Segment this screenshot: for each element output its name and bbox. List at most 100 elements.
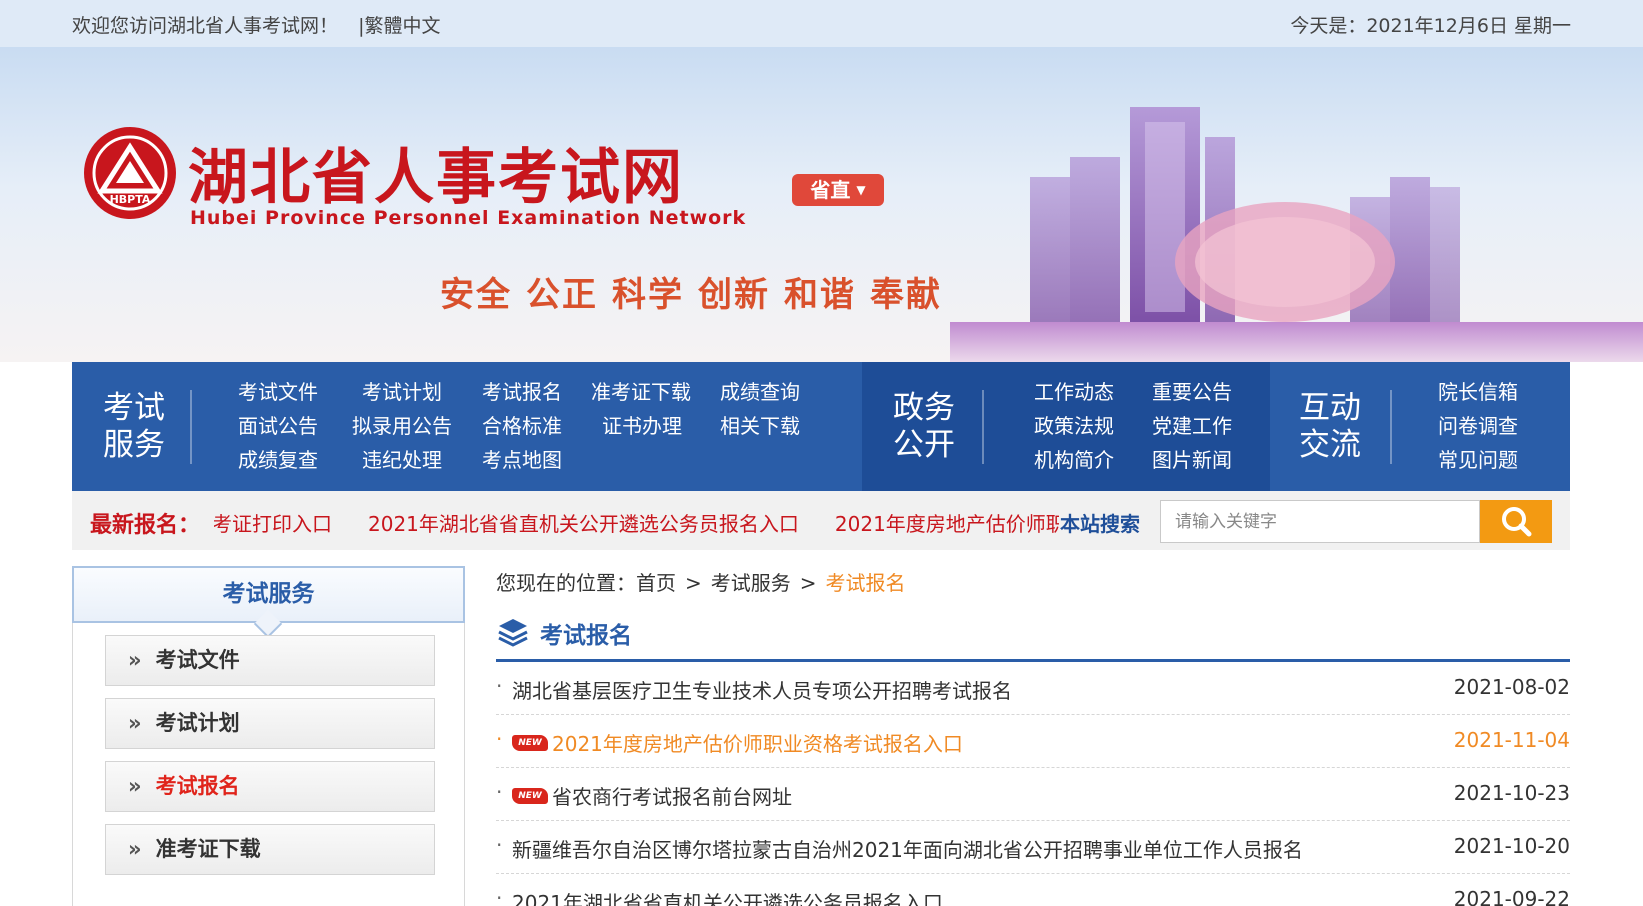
region-selector[interactable]: 省直 ▼ bbox=[792, 174, 884, 206]
nav-section-exam-services: 考试 服务 考试文件 考试计划 考试报名 准考证下载 成绩查询 面试公告 拟录用… bbox=[72, 362, 862, 491]
latest-registration-label: 最新报名： bbox=[90, 513, 201, 538]
sidebar-item-label: 考试报名 bbox=[155, 774, 240, 798]
nav-section-government-affairs: 政务 公开 工作动态 重要公告 政策法规 党建工作 机构简介 图片新闻 bbox=[862, 362, 1270, 491]
nav-link[interactable]: 成绩查询 bbox=[720, 376, 800, 405]
slogan-word: 安全 bbox=[440, 275, 512, 315]
layers-icon bbox=[498, 619, 528, 647]
section-title: 考试报名 bbox=[540, 623, 632, 649]
list-item-title-text: 2021年度房地产估价师职业资格考试报名入口 bbox=[552, 732, 963, 756]
nav-link[interactable]: 准考证下载 bbox=[591, 376, 691, 405]
nav-divider bbox=[982, 390, 984, 464]
search-button[interactable] bbox=[1480, 500, 1552, 543]
nav-link[interactable]: 面试公告 bbox=[238, 410, 318, 439]
list-item-date: 2021-10-20 bbox=[1453, 834, 1570, 858]
nav-link[interactable]: 证书办理 bbox=[602, 410, 682, 439]
ticker-track: 准考证打印入口 2021年湖北省省直机关公开遴选公务员报名入口 2021年度房地产估… bbox=[214, 508, 1059, 536]
list-item-date: 2021-09-22 bbox=[1453, 887, 1570, 906]
sidebar-item-exam-plan[interactable]: » 考试计划 bbox=[105, 698, 435, 749]
nav-link[interactable]: 成绩复查 bbox=[238, 444, 318, 473]
nav-link[interactable]: 拟录用公告 bbox=[352, 410, 452, 439]
nav-title-line: 交流 bbox=[1299, 427, 1361, 463]
latest-registration-strip: 最新报名： 准考证打印入口 2021年湖北省省直机关公开遴选公务员报名入口 2021… bbox=[72, 491, 1570, 550]
nav-link[interactable]: 重要公告 bbox=[1152, 376, 1232, 405]
slogan: 安全 公正 科学 创新 和谐 奉献 bbox=[440, 267, 956, 316]
bullet-icon: · bbox=[496, 727, 503, 751]
sidebar-heading-label: 考试服务 bbox=[222, 581, 315, 607]
nav-title-line: 互动 bbox=[1299, 390, 1361, 426]
nav-title-line: 考试 bbox=[103, 390, 165, 426]
slogan-word: 奉献 bbox=[870, 275, 942, 315]
nav-link[interactable]: 考试文件 bbox=[238, 376, 318, 405]
latest-registration-ticker: 准考证打印入口 2021年湖北省省直机关公开遴选公务员报名入口 2021年度房地产估… bbox=[214, 508, 1059, 536]
header-banner: HBPTA 湖北省人事考试网 Hubei Province Personnel … bbox=[0, 47, 1643, 362]
bullet-icon: · bbox=[496, 674, 503, 698]
main-navigation: 考试 服务 考试文件 考试计划 考试报名 准考证下载 成绩查询 面试公告 拟录用… bbox=[72, 362, 1570, 491]
list-item-title[interactable]: 2021年湖北省省直机关公开遴选公务员报名入口 bbox=[512, 887, 943, 906]
ticker-item[interactable]: 准考证打印入口 bbox=[214, 512, 332, 536]
breadcrumb-exam-services[interactable]: 考试服务 bbox=[711, 571, 791, 595]
nav-title-line: 政务 bbox=[893, 390, 955, 426]
slogan-word: 科学 bbox=[612, 275, 684, 315]
list-item-title[interactable]: 湖北省基层医疗卫生专业技术人员专项公开招聘考试报名 bbox=[512, 675, 1012, 704]
top-bar-left: 欢迎您访问湖北省人事考试网！ |繁體中文 bbox=[72, 11, 446, 38]
caret-down-icon: ▼ bbox=[856, 183, 866, 197]
city-skyline-image bbox=[950, 107, 1643, 362]
nav-link[interactable]: 常见问题 bbox=[1438, 444, 1518, 473]
list-item-date: 2021-08-02 bbox=[1453, 675, 1570, 699]
nav-link[interactable]: 合格标准 bbox=[482, 410, 562, 439]
traditional-chinese-link[interactable]: |繁體中文 bbox=[358, 15, 440, 37]
bullet-icon: · bbox=[496, 833, 503, 857]
slogan-word: 公正 bbox=[526, 275, 598, 315]
ticker-item[interactable]: 2021年湖北省省直机关公开遴选公务员报名入口 bbox=[368, 512, 799, 536]
nav-link[interactable]: 机构简介 bbox=[1034, 444, 1114, 473]
welcome-text: 欢迎您访问湖北省人事考试网！ bbox=[72, 15, 339, 37]
list-item-title[interactable]: NEW 2021年度房地产估价师职业资格考试报名入口 bbox=[512, 728, 963, 757]
list-item-date: 2021-10-23 bbox=[1453, 781, 1570, 805]
nav-link[interactable]: 考点地图 bbox=[482, 444, 562, 473]
list-item[interactable]: · 2021年湖北省省直机关公开遴选公务员报名入口 2021-09-22 bbox=[496, 874, 1570, 906]
region-selector-label: 省直 bbox=[810, 178, 851, 202]
new-badge-icon: NEW bbox=[512, 788, 548, 804]
nav-link[interactable]: 考试报名 bbox=[482, 376, 562, 405]
bullet-icon: · bbox=[496, 780, 503, 804]
list-item-title[interactable]: 新疆维吾尔自治区博尔塔拉蒙古自治州2021年面向湖北省公开招聘事业单位工作人员报… bbox=[512, 834, 1303, 863]
new-badge-icon: NEW bbox=[512, 735, 548, 751]
list-item-date: 2021-11-04 bbox=[1453, 728, 1570, 752]
double-chevron-right-icon: » bbox=[128, 711, 142, 735]
sidebar-item-exam-documents[interactable]: » 考试文件 bbox=[105, 635, 435, 686]
double-chevron-right-icon: » bbox=[128, 648, 142, 672]
ticker-item[interactable]: 2021年度房地产估价师职业资格考试报名入口 bbox=[835, 512, 1059, 536]
list-item[interactable]: · 新疆维吾尔自治区博尔塔拉蒙古自治州2021年面向湖北省公开招聘事业单位工作人… bbox=[496, 821, 1570, 874]
nav-link[interactable]: 考试计划 bbox=[362, 376, 442, 405]
nav-section-title: 考试 服务 bbox=[94, 390, 174, 464]
nav-link[interactable]: 党建工作 bbox=[1152, 410, 1232, 439]
nav-link[interactable]: 图片新闻 bbox=[1152, 444, 1232, 473]
list-item[interactable]: · NEW 省农商行考试报名前台网址 2021-10-23 bbox=[496, 768, 1570, 821]
list-item[interactable]: · 湖北省基层医疗卫生专业技术人员专项公开招聘考试报名 2021-08-02 bbox=[496, 662, 1570, 715]
search-icon bbox=[1502, 507, 1532, 537]
breadcrumb-prefix: 您现在的位置： bbox=[496, 571, 636, 595]
nav-link[interactable]: 政策法规 bbox=[1034, 410, 1114, 439]
sidebar-item-admission-ticket[interactable]: » 准考证下载 bbox=[105, 824, 435, 875]
breadcrumb-separator: > bbox=[685, 571, 702, 595]
nav-link[interactable]: 问卷调查 bbox=[1438, 410, 1518, 439]
site-logo-subtitle: Hubei Province Personnel Examination Net… bbox=[190, 207, 747, 229]
list-item[interactable]: · NEW 2021年度房地产估价师职业资格考试报名入口 2021-11-04 bbox=[496, 715, 1570, 768]
search-input[interactable] bbox=[1160, 500, 1480, 543]
nav-link[interactable]: 院长信箱 bbox=[1438, 376, 1518, 405]
nav-section-title: 互动 交流 bbox=[1290, 390, 1370, 464]
site-logo-title[interactable]: 湖北省人事考试网 bbox=[188, 129, 684, 216]
nav-link[interactable]: 违纪处理 bbox=[362, 444, 442, 473]
list-item-title[interactable]: NEW 省农商行考试报名前台网址 bbox=[512, 781, 792, 810]
sidebar-item-exam-registration[interactable]: » 考试报名 bbox=[105, 761, 435, 812]
nav-link[interactable]: 工作动态 bbox=[1034, 376, 1114, 405]
breadcrumb-home[interactable]: 首页 bbox=[636, 571, 676, 595]
emblem-lettering: HBPTA bbox=[110, 193, 151, 206]
nav-link[interactable]: 相关下载 bbox=[720, 410, 800, 439]
nav-section-title: 政务 公开 bbox=[884, 390, 964, 464]
date-text: 今天是：2021年12月6日 星期一 bbox=[1290, 15, 1571, 37]
section-header: 考试报名 bbox=[496, 612, 1570, 662]
nav-title-line: 公开 bbox=[893, 427, 955, 463]
breadcrumb: 您现在的位置：首页 > 考试服务 > 考试报名 bbox=[496, 567, 906, 596]
logo-emblem-icon: HBPTA bbox=[84, 127, 176, 219]
